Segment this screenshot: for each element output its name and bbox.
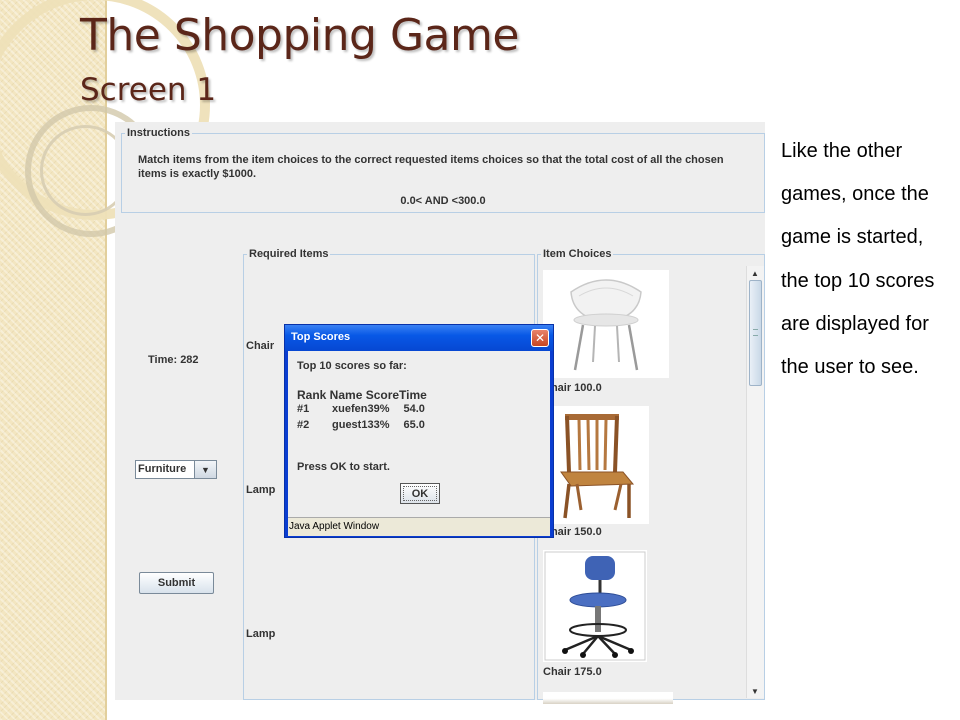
ok-button[interactable]: OK [400,483,440,504]
instructions-range: 0.0< AND <300.0 [400,195,486,207]
submit-button[interactable]: Submit [139,572,214,594]
item-choices-legend: Item Choices [543,248,612,260]
wooden-chair-image[interactable] [543,406,649,524]
item-choices-scrollbar[interactable]: ▲ ▼ [746,266,764,698]
item-choice-label: Chair 175.0 [543,666,602,678]
required-items-legend: Required Items [249,248,329,260]
close-icon[interactable]: ✕ [531,329,549,347]
score-time: 65.0 [403,419,425,431]
score-rank: #2 [297,419,310,431]
required-item-slot[interactable]: Lamp [246,628,275,640]
item-choice-partial-image[interactable] [543,692,673,704]
white-chair-image[interactable] [543,270,669,378]
chevron-down-icon[interactable]: ▼ [194,461,216,478]
applet-window-status: Java Applet Window [288,517,550,536]
instructions-text: Match items from the item choices to the… [138,154,724,180]
scroll-down-arrow-icon[interactable]: ▼ [747,684,763,698]
score-row: #2 guest133% 65.0 [297,419,425,431]
category-select-value: Furniture [138,463,187,475]
slide-subtitle: Screen 1 [80,72,217,108]
category-select[interactable]: Furniture ▼ [135,460,217,479]
score-name: xuefen [332,403,368,415]
score-row: #1 xuefen39% 54.0 [297,403,425,415]
top-scores-dialog: Top Scores ✕ Top 10 scores so far: Rank … [284,324,554,538]
start-prompt: Press OK to start. [297,461,390,473]
scores-intro: Top 10 scores so far: [297,360,407,372]
applet-window-status-text: Java Applet Window [289,521,380,532]
item-choices-panel: Item Choices Chair 100.0 Chair 150.0 Cha… [537,248,765,704]
scrollbar-thumb[interactable] [749,280,762,386]
instructions-panel: Instructions Match items from the item c… [121,127,765,213]
instructions-legend: Instructions [127,127,190,139]
required-item-slot[interactable]: Lamp [246,484,275,496]
scores-header: Rank Name ScoreTime [297,388,427,402]
grip-icon [753,329,758,336]
blue-office-stool-image[interactable] [543,550,647,662]
dialog-body: Top 10 scores so far: Rank Name ScoreTim… [288,351,550,517]
score-time: 54.0 [403,403,425,415]
score-percent: 33% [367,419,390,431]
slide-title: The Shopping Game [80,10,519,61]
scroll-up-arrow-icon[interactable]: ▲ [747,266,763,280]
dialog-title: Top Scores [291,331,351,343]
dialog-titlebar[interactable]: Top Scores ✕ [285,325,553,351]
score-percent: 39% [367,403,390,415]
required-item-slot[interactable]: Chair [246,340,274,352]
score-name: guest1 [332,419,368,431]
slide-description: Like the other games, once the game is s… [781,140,935,379]
time-label: Time: 282 [148,354,199,366]
score-rank: #1 [297,403,310,415]
